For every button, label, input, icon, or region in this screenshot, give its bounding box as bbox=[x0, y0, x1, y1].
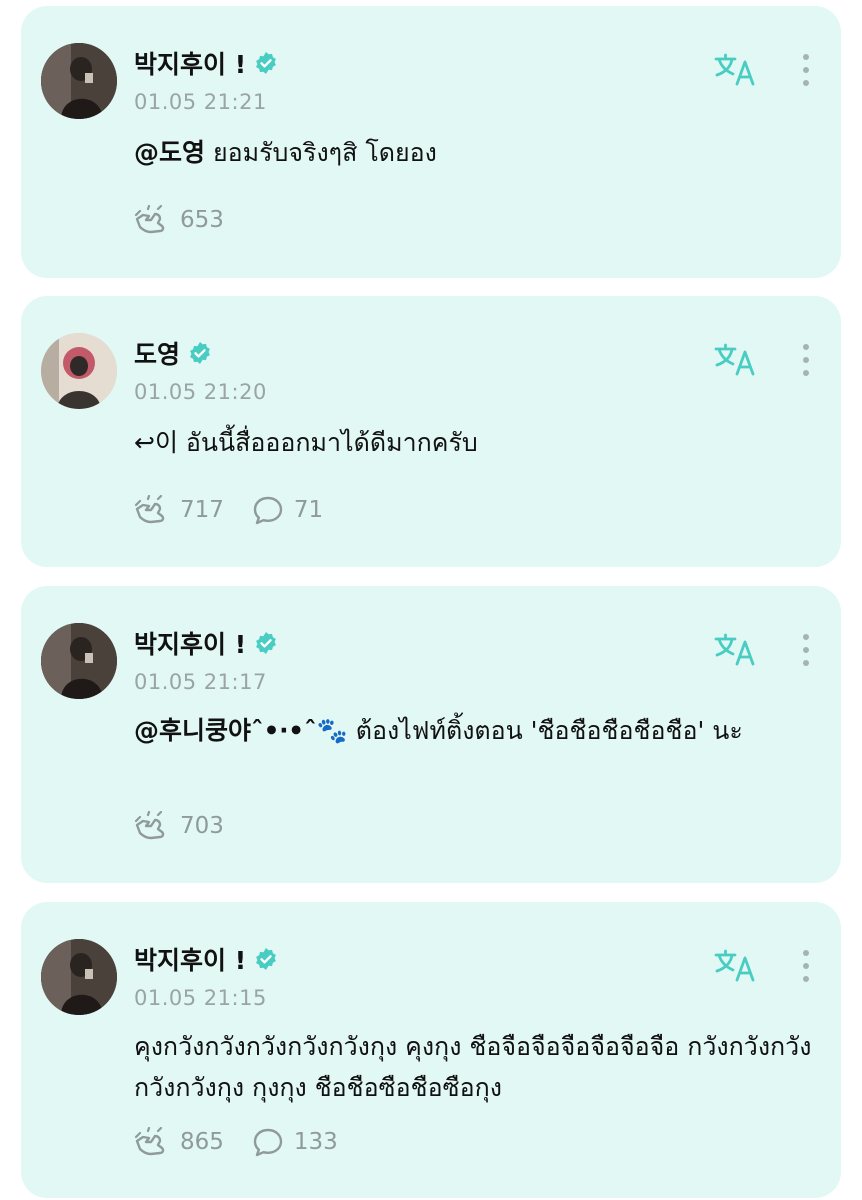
like-count: 865 bbox=[180, 1129, 224, 1155]
post-body: ↩이 อันนี้สื่อออกมาได้ดีมากครับ bbox=[134, 428, 478, 457]
post-time: 01.05 21:21 bbox=[134, 90, 267, 114]
more-options-button[interactable] bbox=[797, 340, 815, 380]
comment-count: 133 bbox=[293, 1129, 338, 1155]
translate-icon bbox=[714, 949, 755, 982]
comment-button[interactable]: 71 bbox=[252, 495, 323, 525]
post-time: 01.05 21:20 bbox=[134, 380, 267, 404]
more-vertical-icon bbox=[803, 344, 809, 376]
verified-badge-icon bbox=[256, 632, 277, 654]
like-button[interactable]: 865 bbox=[134, 1127, 224, 1157]
post-card: 박지후이 ! 01.05 21:21 @도영 ยอมรับจริงๆสิ โดย… bbox=[21, 6, 841, 278]
like-icon bbox=[134, 205, 165, 234]
author-name[interactable]: 도영 bbox=[134, 335, 180, 371]
avatar[interactable] bbox=[41, 333, 117, 409]
post-stats: 703 bbox=[134, 809, 252, 843]
avatar[interactable] bbox=[41, 623, 117, 699]
comment-icon bbox=[253, 1128, 283, 1157]
author-name[interactable]: 박지후이 ! bbox=[134, 625, 246, 661]
like-count: 703 bbox=[180, 813, 224, 839]
more-vertical-icon bbox=[803, 950, 809, 982]
more-vertical-icon bbox=[803, 54, 809, 86]
more-vertical-icon bbox=[803, 634, 809, 666]
post-body: ยอมรับจริงๆสิ โดยอง bbox=[205, 138, 437, 167]
like-button[interactable]: 717 bbox=[134, 495, 224, 525]
comment-button[interactable]: 133 bbox=[252, 1127, 338, 1157]
more-options-button[interactable] bbox=[797, 630, 815, 670]
translate-icon bbox=[714, 343, 755, 376]
author-name[interactable]: 박지후이 ! bbox=[134, 941, 246, 977]
post-card: 박지후이 ! 01.05 21:15 คุงกวังกวังกวังกวังกว… bbox=[21, 902, 841, 1198]
avatar[interactable] bbox=[41, 939, 117, 1015]
verified-badge-icon bbox=[190, 342, 210, 364]
more-options-button[interactable] bbox=[797, 946, 815, 986]
verified-badge-icon bbox=[256, 52, 277, 74]
post-body: ต้องไฟท์ติ้งตอน 'ชือชือชือชือชือ' นะ bbox=[347, 716, 743, 745]
like-button[interactable]: 703 bbox=[134, 811, 224, 841]
post-text: คุงกวังกวังกวังกวังกวังกุง คุงกุง ชือจือ… bbox=[134, 1026, 814, 1108]
translate-button[interactable] bbox=[713, 340, 759, 380]
like-count: 717 bbox=[180, 497, 224, 523]
like-count: 653 bbox=[180, 207, 224, 233]
translate-button[interactable] bbox=[713, 50, 759, 90]
post-time: 01.05 21:17 bbox=[134, 670, 267, 694]
translate-icon bbox=[714, 53, 755, 86]
translate-button[interactable] bbox=[713, 946, 759, 986]
post-time: 01.05 21:15 bbox=[134, 986, 267, 1010]
like-icon bbox=[134, 1127, 165, 1156]
post-stats: 865 133 bbox=[134, 1125, 366, 1159]
post-stats: 717 71 bbox=[134, 493, 351, 527]
comment-icon bbox=[253, 496, 283, 525]
post-stats: 653 bbox=[134, 203, 252, 237]
author-name[interactable]: 박지후이 ! bbox=[134, 45, 246, 81]
post-card: 도영 01.05 21:20 ↩이 อันนี้สื่อออกมาได้ดีมา… bbox=[21, 296, 841, 567]
like-button[interactable]: 653 bbox=[134, 205, 224, 235]
post-body: คุงกวังกวังกวังกวังกวังกุง คุงกุง ชือจือ… bbox=[134, 1032, 812, 1102]
like-icon bbox=[134, 495, 165, 524]
post-text: @도영 ยอมรับจริงๆสิ โดยอง bbox=[134, 132, 814, 173]
avatar[interactable] bbox=[41, 43, 117, 119]
more-options-button[interactable] bbox=[797, 50, 815, 90]
post-text: ↩이 อันนี้สื่อออกมาได้ดีมากครับ bbox=[134, 422, 814, 463]
post-text: @후니쿵야ˆ•‧•ˆ🐾 ต้องไฟท์ติ้งตอน 'ชือชือชือชื… bbox=[134, 710, 814, 751]
translate-button[interactable] bbox=[713, 630, 759, 670]
post-card: 박지후이 ! 01.05 21:17 @후니쿵야ˆ•‧•ˆ🐾 ต้องไฟท์ต… bbox=[21, 586, 841, 883]
like-icon bbox=[134, 811, 165, 840]
translate-icon bbox=[714, 633, 755, 666]
verified-badge-icon bbox=[256, 948, 277, 970]
comment-count: 71 bbox=[293, 497, 324, 523]
mention-link[interactable]: @도영 bbox=[134, 138, 205, 167]
mention-link[interactable]: @후니쿵야ˆ•‧•ˆ🐾 bbox=[134, 716, 348, 745]
